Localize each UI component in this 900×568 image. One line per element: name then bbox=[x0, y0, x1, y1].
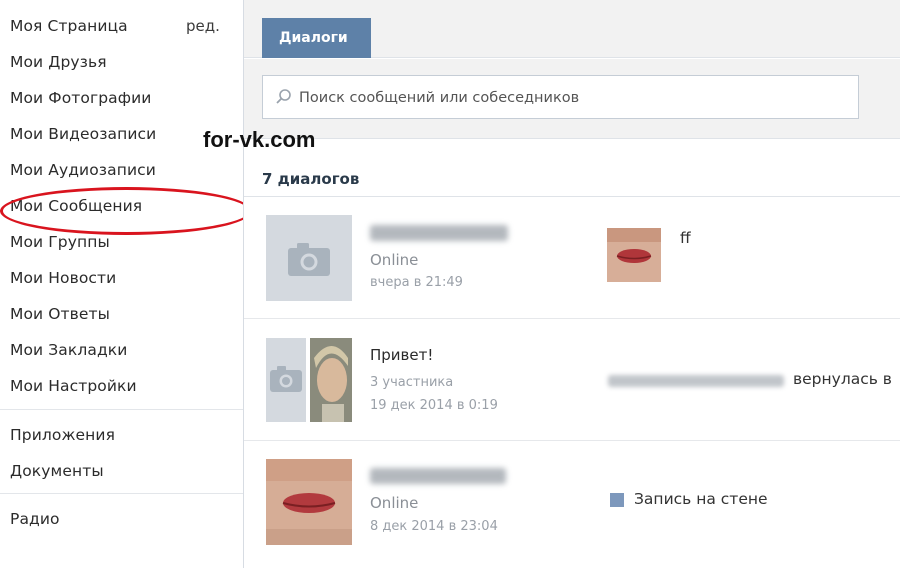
tabs-bar: Диалоги bbox=[244, 0, 900, 58]
default-avatar bbox=[266, 215, 352, 301]
dialog-time: 8 дек 2014 в 23:04 bbox=[370, 519, 498, 534]
last-message: вернулась в bbox=[793, 370, 892, 388]
default-avatar bbox=[266, 338, 306, 422]
search-box[interactable] bbox=[262, 75, 859, 119]
sidebar-item-groups[interactable]: Мои Группы bbox=[10, 232, 110, 252]
last-message: Запись на стене bbox=[634, 490, 768, 508]
sidebar-item-settings[interactable]: Мои Настройки bbox=[10, 376, 137, 396]
divider bbox=[244, 196, 900, 197]
dialog-count: 7 диалогов bbox=[262, 170, 360, 188]
sidebar-item-radio[interactable]: Радио bbox=[10, 509, 60, 529]
edit-link[interactable]: ред. bbox=[186, 16, 220, 36]
dialog-time: 19 дек 2014 в 0:19 bbox=[370, 398, 498, 413]
user-avatar bbox=[266, 459, 352, 545]
sidebar-item-friends[interactable]: Мои Друзья bbox=[10, 52, 107, 72]
sidebar-item-messages[interactable]: Мои Сообщения bbox=[10, 196, 142, 216]
sidebar-item-videos[interactable]: Мои Видеозаписи bbox=[10, 124, 156, 144]
last-message: ff bbox=[680, 229, 691, 247]
wall-post-icon bbox=[610, 493, 624, 507]
sidebar-item-answers[interactable]: Мои Ответы bbox=[10, 304, 110, 324]
sidebar-item-photos[interactable]: Мои Фотографии bbox=[10, 88, 151, 108]
blurred-name bbox=[370, 468, 506, 484]
conversation-title: Привет! bbox=[370, 346, 434, 364]
search-bar bbox=[244, 59, 900, 139]
online-status: Online bbox=[370, 251, 419, 269]
members-count: 3 участника bbox=[370, 375, 454, 390]
search-input[interactable] bbox=[299, 86, 839, 110]
camera-icon bbox=[270, 366, 302, 392]
sidebar-item-bookmarks[interactable]: Мои Закладки bbox=[10, 340, 127, 360]
blurred-name bbox=[370, 225, 508, 241]
sidebar-item-documents[interactable]: Документы bbox=[10, 461, 104, 481]
left-sidebar: Моя Страница ред. Мои Друзья Мои Фотогра… bbox=[0, 0, 252, 568]
messages-panel: Диалоги 7 диалогов Online вчера в bbox=[244, 0, 900, 568]
sidebar-divider bbox=[0, 409, 243, 410]
search-icon bbox=[275, 88, 293, 106]
sidebar-item-audio[interactable]: Мои Аудиозаписи bbox=[10, 160, 156, 180]
tab-dialogs[interactable]: Диалоги bbox=[262, 18, 371, 58]
sender-avatar bbox=[607, 228, 661, 282]
watermark: for-vk.com bbox=[203, 127, 316, 152]
divider bbox=[244, 440, 900, 441]
blurred-sender bbox=[608, 375, 784, 387]
member-avatar bbox=[310, 338, 352, 422]
sidebar-divider bbox=[0, 493, 243, 494]
divider bbox=[244, 318, 900, 319]
online-status: Online bbox=[370, 494, 419, 512]
sidebar-item-my-page[interactable]: Моя Страница bbox=[10, 16, 128, 36]
camera-icon bbox=[288, 243, 330, 276]
dialog-time: вчера в 21:49 bbox=[370, 275, 463, 290]
sidebar-item-apps[interactable]: Приложения bbox=[10, 425, 115, 445]
sidebar-item-news[interactable]: Мои Новости bbox=[10, 268, 116, 288]
